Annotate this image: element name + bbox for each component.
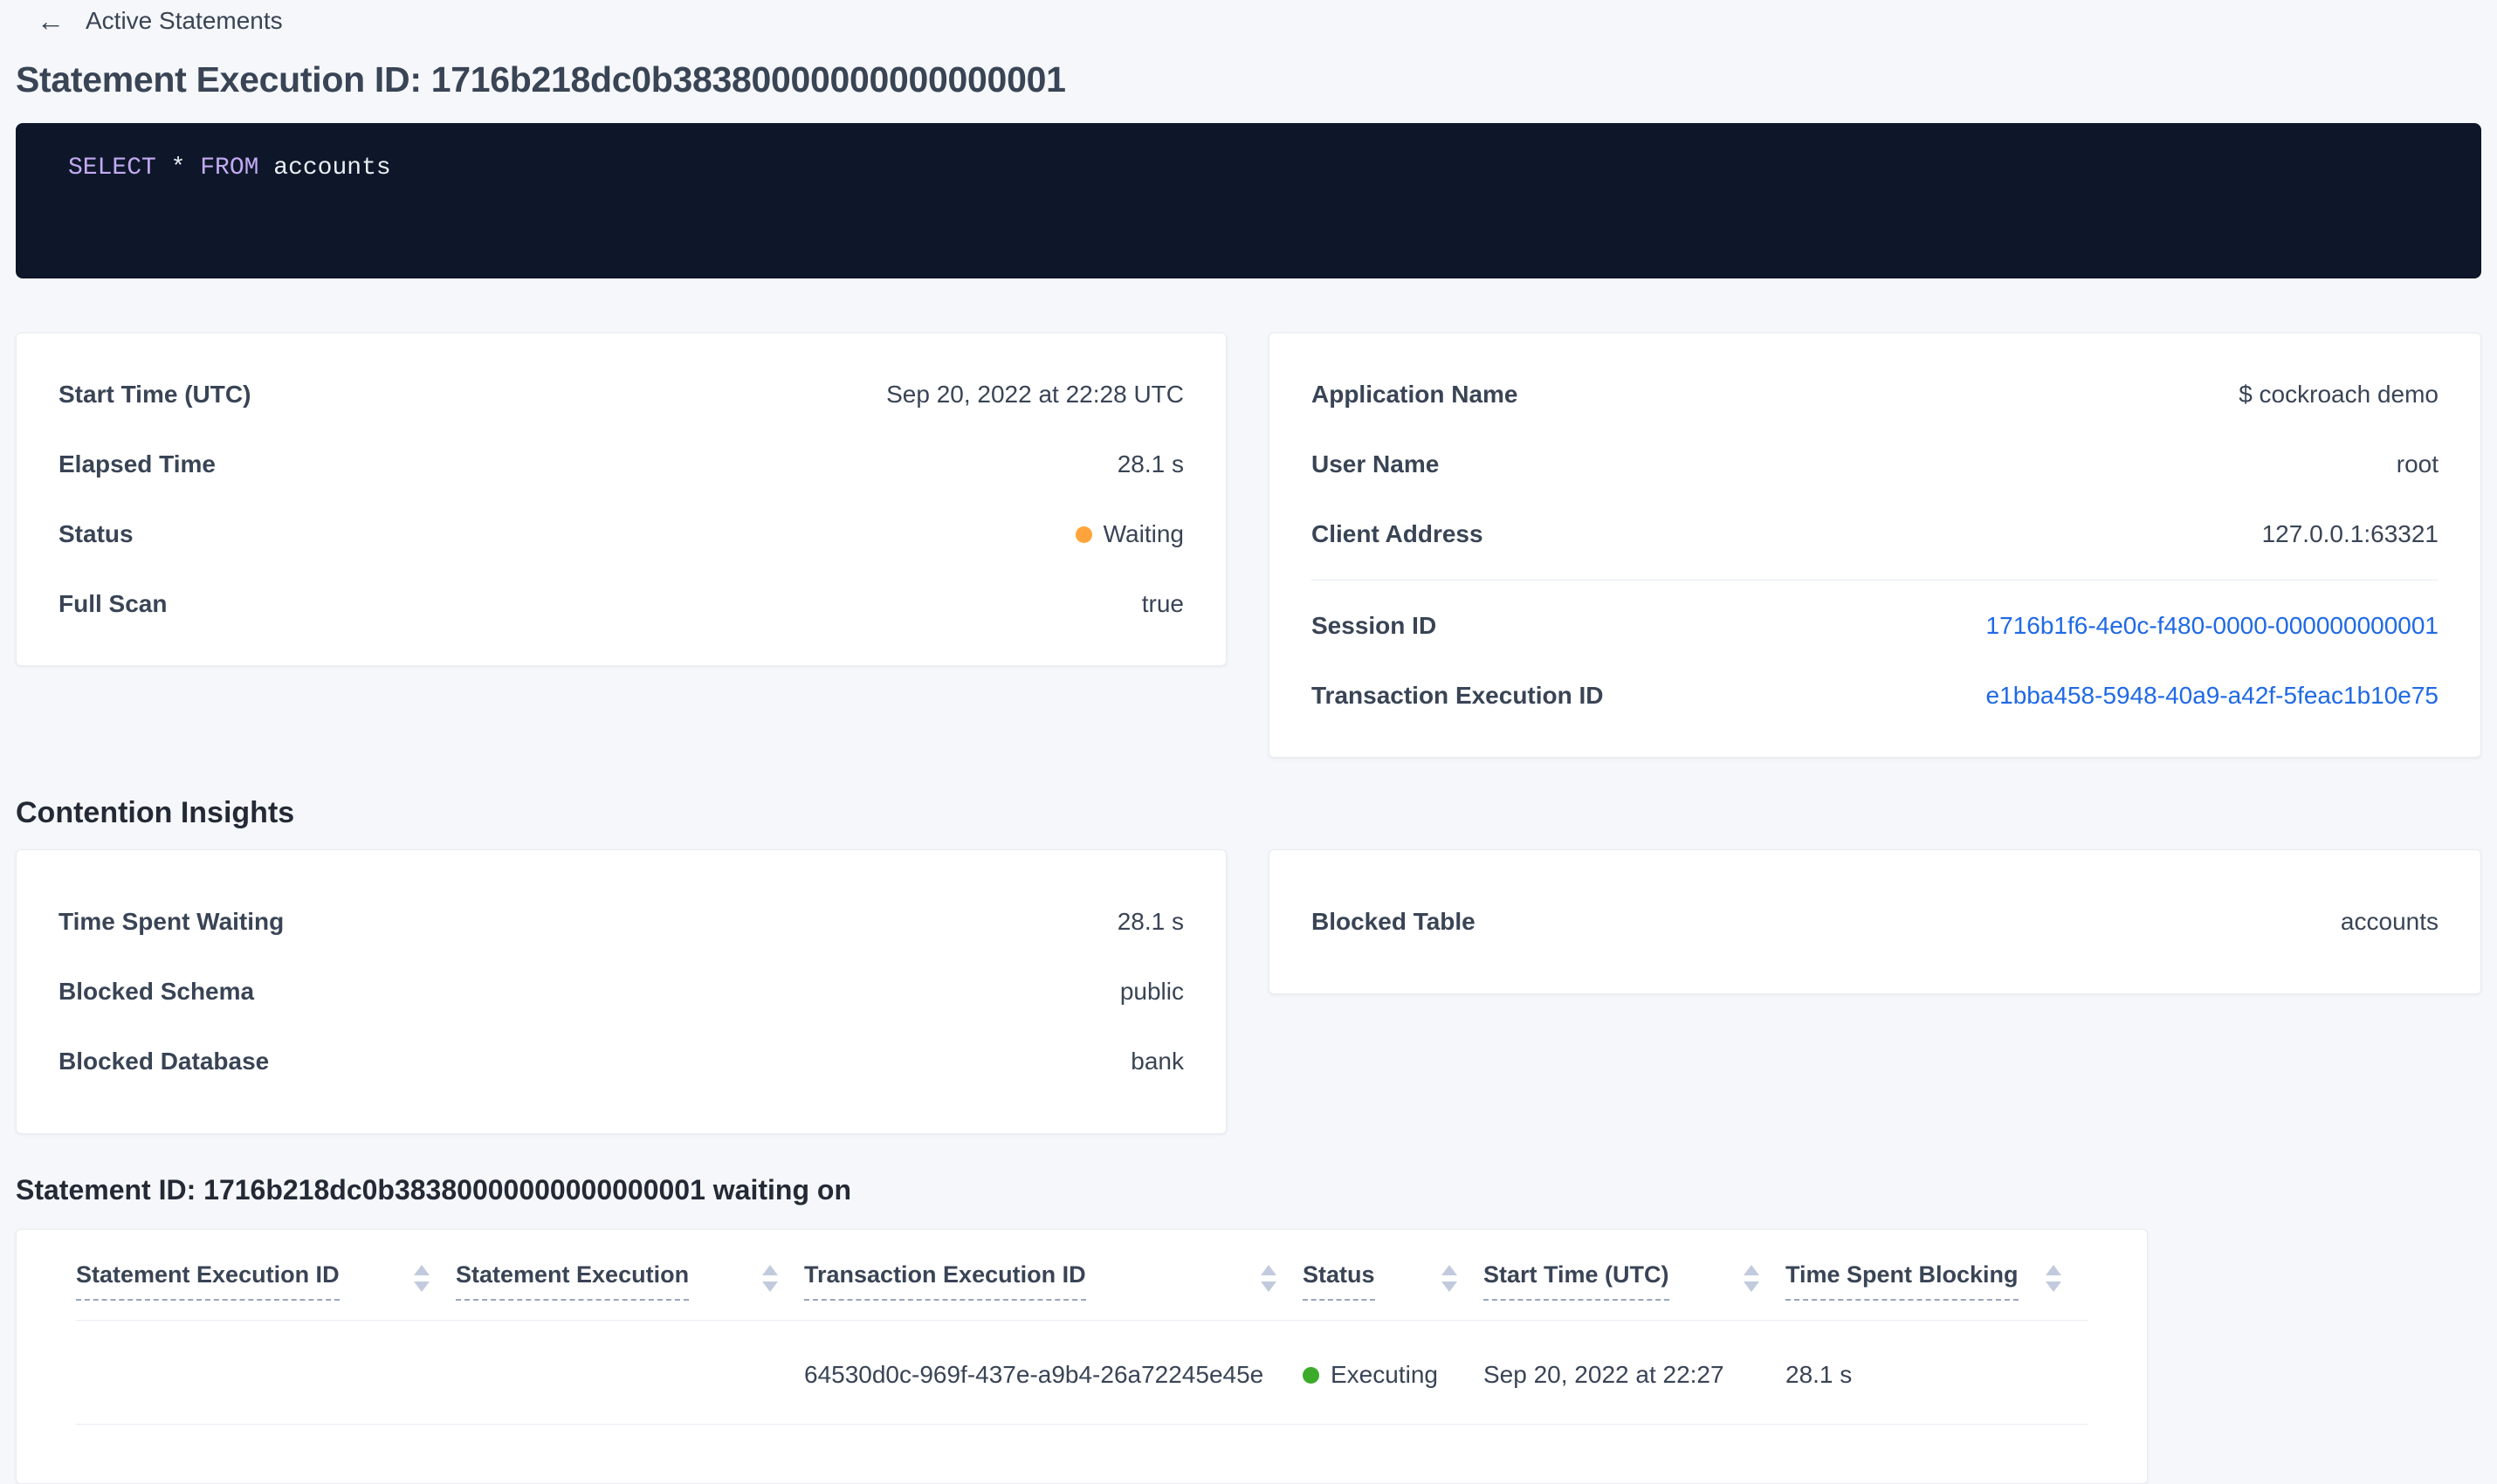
sql-star: * [155,155,201,182]
contention-cards-row: Time Spent Waiting 28.1 s Blocked Schema… [16,849,2481,1134]
overview-card: Start Time (UTC) Sep 20, 2022 at 22:28 U… [16,333,1227,666]
start-time-label: Start Time (UTC) [58,381,251,408]
active-statement-details-page: { "colors": { "page_bg": "#f5f7fa", "car… [0,0,2497,1484]
start-time-header-label[interactable]: Start Time (UTC) [1483,1261,1669,1301]
sort-icon[interactable] [414,1261,430,1292]
row-elapsed-time: Elapsed Time 28.1 s [58,429,1184,499]
blocked-table-value: accounts [2340,908,2439,935]
page-title: Statement Execution ID: 1716b218dc0b3838… [16,59,1066,100]
transaction-execution-id-link[interactable]: e1bba458-5948-40a9-a42f-5feac1b10e75 [1986,682,2439,710]
sql-statement-box: SELECT * FROM accounts [16,123,2481,278]
row-blocked-database: Blocked Database bank [58,1027,1184,1096]
elapsed-time-label: Elapsed Time [58,450,217,477]
sql-keyword-select: SELECT [68,155,156,182]
waiting-on-table: Statement Execution ID Statement Executi… [76,1230,2088,1425]
contention-left-card: Time Spent Waiting 28.1 s Blocked Schema… [16,849,1227,1134]
waiting-on-table-card: Statement Execution ID Statement Executi… [16,1229,2148,1484]
contention-insights-heading: Contention Insights [16,796,295,829]
application-name-value: $ cockroach demo [2239,381,2439,408]
time-spent-waiting-label: Time Spent Waiting [58,908,285,935]
back-link-active-statements[interactable]: Active Statements [86,7,283,35]
cell-time-spent-blocking: 28.1 s [1785,1320,2088,1425]
status-header-label[interactable]: Status [1303,1261,1375,1301]
contention-right-card: Blocked Table accounts [1269,849,2481,994]
client-address-label: Client Address [1311,520,1483,547]
status-badge: Waiting [1075,520,1184,548]
sort-icon[interactable] [762,1261,778,1292]
elapsed-time-value: 28.1 s [1117,450,1184,477]
column-header-start-time[interactable]: Start Time (UTC) [1483,1230,1785,1321]
column-header-time-spent-blocking[interactable]: Time Spent Blocking [1785,1230,2088,1321]
blocked-schema-value: public [1119,978,1184,1005]
row-transaction-execution-id: Transaction Execution ID e1bba458-5948-4… [1311,661,2439,731]
statement-execution-header-label[interactable]: Statement Execution [456,1261,690,1301]
column-header-status[interactable]: Status [1303,1230,1483,1321]
cell-start-time: Sep 20, 2022 at 22:27 [1483,1320,1785,1425]
waiting-status-dot-icon [1075,526,1092,543]
row-session-id: Session ID 1716b1f6-4e0c-f480-0000-00000… [1311,591,2439,661]
cell-statement-execution-id [76,1320,456,1425]
blocked-database-label: Blocked Database [58,1048,270,1075]
full-scan-value: true [1141,590,1184,617]
column-header-statement-execution-id[interactable]: Statement Execution ID [76,1230,456,1321]
table-header-row: Statement Execution ID Statement Executi… [76,1230,2088,1321]
row-start-time: Start Time (UTC) Sep 20, 2022 at 22:28 U… [58,360,1184,429]
table-row: 64530d0c-969f-437e-a9b4-26a72245e45e Exe… [76,1320,2088,1425]
session-id-link[interactable]: 1716b1f6-4e0c-f480-0000-000000000001 [1986,612,2439,640]
blocked-table-label: Blocked Table [1311,908,1476,935]
row-user-name: User Name root [1311,429,2439,499]
status-label: Status [58,520,134,547]
blocked-schema-label: Blocked Schema [58,978,255,1005]
status-value: Waiting [1103,520,1184,547]
session-card-divider [1311,580,2439,581]
row-client-address: Client Address 127.0.0.1:63321 [1311,499,2439,569]
waiting-on-heading: Statement ID: 1716b218dc0b38380000000000… [16,1174,851,1206]
full-scan-label: Full Scan [58,590,168,617]
executing-status-text: Executing [1331,1361,1438,1388]
row-full-scan: Full Scan true [58,569,1184,639]
column-header-transaction-execution-id[interactable]: Transaction Execution ID [804,1230,1303,1321]
transaction-execution-id-header-label[interactable]: Transaction Execution ID [804,1261,1086,1301]
statement-execution-id-header-label[interactable]: Statement Execution ID [76,1261,340,1301]
time-spent-waiting-value: 28.1 s [1117,908,1184,935]
session-card: Application Name $ cockroach demo User N… [1269,333,2481,758]
summary-cards-row: Start Time (UTC) Sep 20, 2022 at 22:28 U… [16,333,2481,758]
row-application-name: Application Name $ cockroach demo [1311,360,2439,429]
cell-status: Executing [1303,1320,1483,1425]
session-id-label: Session ID [1311,612,1437,639]
row-time-spent-waiting: Time Spent Waiting 28.1 s [58,887,1184,957]
cell-statement-execution [456,1320,804,1425]
user-name-label: User Name [1311,450,1440,477]
sort-icon[interactable] [2046,1261,2061,1292]
row-blocked-schema: Blocked Schema public [58,957,1184,1027]
sql-table-name: accounts [258,155,391,182]
row-status: Status Waiting [58,499,1184,569]
row-blocked-table: Blocked Table accounts [1311,887,2439,957]
client-address-value: 127.0.0.1:63321 [2261,520,2439,547]
breadcrumb: ← Active Statements [0,0,2497,35]
cell-transaction-execution-id: 64530d0c-969f-437e-a9b4-26a72245e45e [804,1320,1303,1425]
sort-icon[interactable] [1261,1261,1276,1292]
back-arrow-icon[interactable]: ← [37,7,65,35]
user-name-value: root [2396,450,2439,477]
time-spent-blocking-header-label[interactable]: Time Spent Blocking [1785,1261,2019,1301]
sort-icon[interactable] [1441,1261,1457,1292]
column-header-statement-execution[interactable]: Statement Execution [456,1230,804,1321]
blocked-database-value: bank [1131,1048,1184,1075]
start-time-value: Sep 20, 2022 at 22:28 UTC [886,381,1184,408]
sort-icon[interactable] [1744,1261,1759,1292]
application-name-label: Application Name [1311,381,1518,408]
transaction-execution-id-label: Transaction Execution ID [1311,682,1604,709]
sql-keyword-from: FROM [200,155,259,182]
executing-status-dot-icon [1303,1366,1319,1384]
